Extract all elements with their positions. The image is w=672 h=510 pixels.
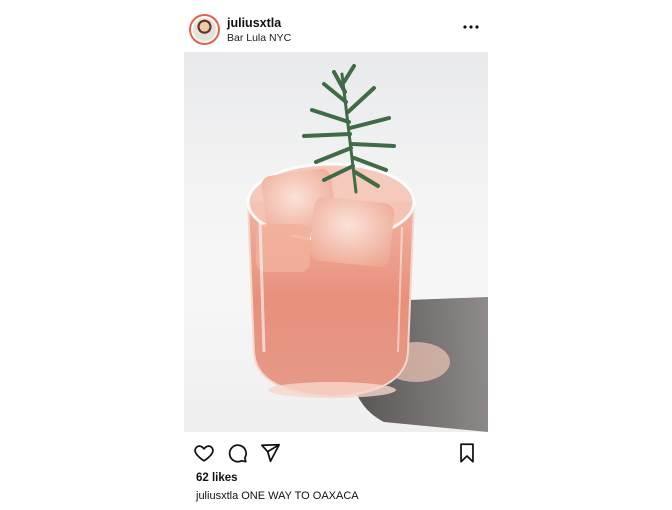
post-username[interactable]: juliusxtla xyxy=(227,16,281,30)
instagram-post: juliusxtla Bar Lula NYC 62 likes juliusx… xyxy=(0,0,672,510)
post-photo[interactable] xyxy=(184,52,488,432)
post-location[interactable]: Bar Lula NYC xyxy=(227,32,291,44)
caption-username[interactable]: juliusxtla xyxy=(196,490,238,502)
likes-count[interactable]: 62 likes xyxy=(196,472,238,484)
avatar-image xyxy=(191,16,218,43)
profile-avatar[interactable] xyxy=(189,14,220,45)
send-icon[interactable] xyxy=(259,442,281,464)
more-options-icon[interactable] xyxy=(462,20,480,34)
bookmark-icon[interactable] xyxy=(456,442,478,464)
comment-icon[interactable] xyxy=(226,442,248,464)
heart-icon[interactable] xyxy=(193,442,215,464)
post-caption: juliusxtla ONE WAY TO OAXACA xyxy=(196,490,359,502)
caption-text: ONE WAY TO OAXACA xyxy=(241,490,359,502)
cocktail-photo-art xyxy=(246,64,488,432)
